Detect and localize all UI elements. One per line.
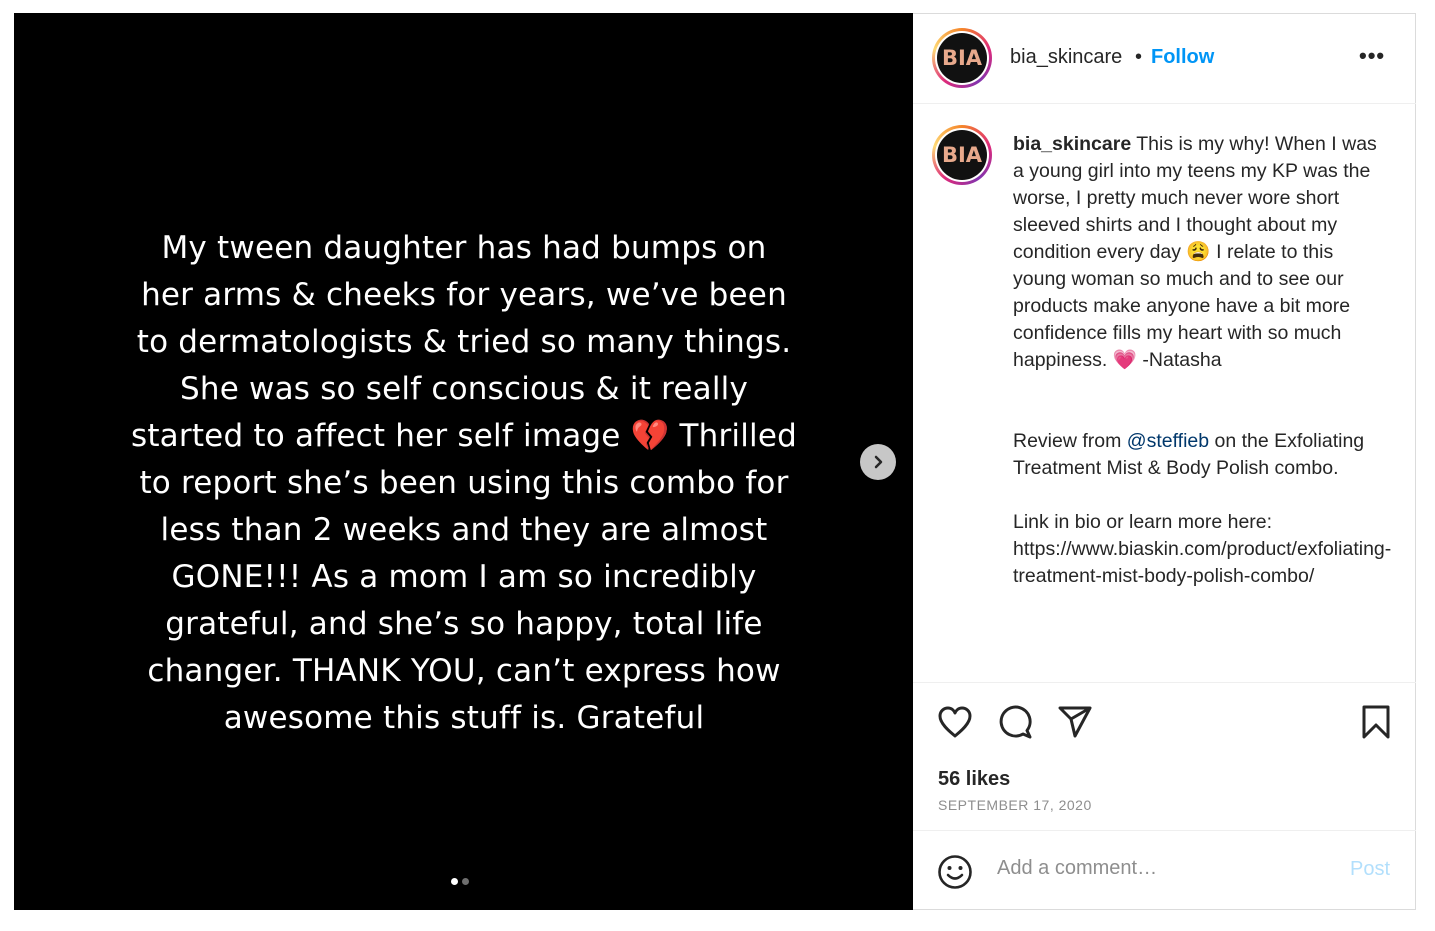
caption-username[interactable]: bia_skincare — [1013, 133, 1131, 155]
bookmark-icon — [1362, 705, 1390, 739]
media-text-line: started to affect her self image 💔 Thril… — [130, 418, 798, 454]
media-text-line: her arms & cheeks for years, we’ve been — [141, 277, 787, 313]
comment-bar: Post — [913, 830, 1416, 911]
post-header: BIA bia_skincare • Follow ••• — [913, 13, 1416, 104]
avatar-logo: BIA — [937, 33, 987, 83]
side-panel: BIA bia_skincare • Follow ••• BIA bia_sk… — [913, 13, 1416, 910]
chevron-right-icon — [874, 455, 883, 469]
action-bar: 56 likes SEPTEMBER 17, 2020 — [913, 682, 1416, 831]
share-button[interactable] — [1056, 703, 1094, 746]
smiley-icon — [938, 855, 972, 889]
post-date: SEPTEMBER 17, 2020 — [938, 797, 1092, 813]
more-options-button[interactable]: ••• — [1359, 43, 1385, 69]
emoji-button[interactable] — [936, 853, 974, 896]
caption-body: This is my why! When I was a young girl … — [1013, 133, 1377, 452]
media-text-line: to dermatologists & tried so many things… — [136, 324, 792, 360]
caption-text: bia_skincare This is my why! When I was … — [1013, 131, 1391, 590]
media-text-line: awesome this stuff is. Grateful — [223, 700, 705, 736]
avatar-logo: BIA — [937, 130, 987, 180]
header-username[interactable]: bia_skincare — [1010, 46, 1122, 69]
mention-link[interactable]: @steffieb — [1127, 430, 1209, 452]
carousel-dot — [462, 878, 469, 885]
media-text-line: grateful, and she’s so happy, total life — [165, 606, 763, 642]
carousel-dot-active — [451, 878, 458, 885]
media-text-line: less than 2 weeks and they are almost — [160, 512, 768, 548]
comment-button[interactable] — [996, 703, 1034, 746]
avatar[interactable]: BIA — [932, 28, 992, 88]
caption-area: BIA bia_skincare This is my why! When I … — [913, 104, 1416, 682]
media-text-line: My tween daughter has had bumps on — [161, 230, 767, 266]
media-text-line: changer. THANK YOU, can’t express how — [147, 653, 781, 689]
post-comment-button[interactable]: Post — [1350, 858, 1390, 881]
paper-plane-icon — [1058, 706, 1092, 738]
media-text-line: to report she’s been using this combo fo… — [139, 465, 789, 501]
carousel-dots — [451, 878, 469, 885]
post-media: My tween daughter has had bumps on her ar… — [14, 13, 913, 910]
caption-body-2: on the Exfoliating Treatment Mist & Body… — [1013, 430, 1392, 587]
media-text: My tween daughter has had bumps on her ar… — [109, 225, 819, 742]
media-text-line: She was so self conscious & it really — [179, 371, 749, 407]
comment-input[interactable] — [997, 857, 1317, 880]
caption-avatar[interactable]: BIA — [932, 125, 992, 185]
next-slide-button[interactable] — [860, 444, 896, 480]
follow-button[interactable]: Follow — [1151, 46, 1214, 69]
separator-dot: • — [1135, 46, 1143, 68]
like-button[interactable] — [936, 703, 974, 746]
likes-count[interactable]: 56 likes — [938, 768, 1010, 791]
media-text-line: GONE!!! As a mom I am so incredibly — [171, 559, 757, 595]
save-button[interactable] — [1359, 703, 1393, 746]
comment-bubble-icon — [999, 705, 1032, 739]
heart-icon — [938, 706, 972, 738]
